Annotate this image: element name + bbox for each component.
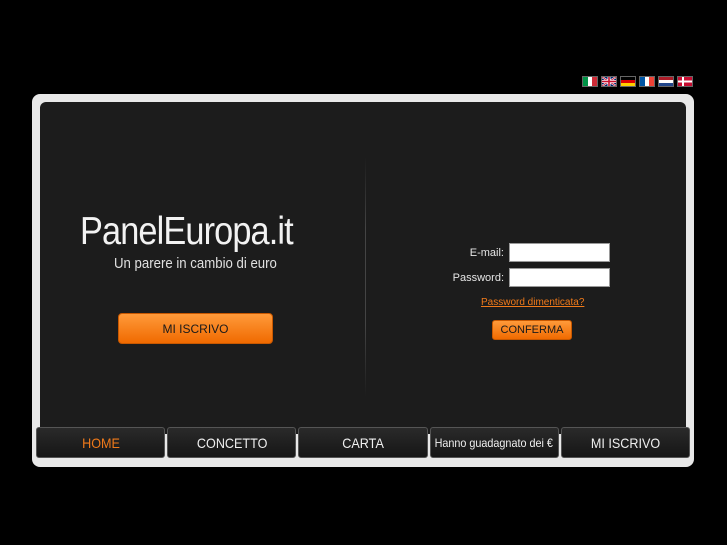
site-logo: PanelEuropa.it xyxy=(80,210,294,253)
forgot-password-link[interactable]: Password dimenticata? xyxy=(481,297,584,308)
email-field[interactable] xyxy=(509,243,610,262)
nav-earned-label: Hanno guadagnato dei € xyxy=(435,435,554,450)
nav-signup-label: MI ISCRIVO xyxy=(590,434,661,451)
site-tagline: Un parere in cambio di euro xyxy=(114,255,277,272)
signup-button[interactable]: MI ISCRIVO xyxy=(118,313,273,344)
main-frame: PanelEuropa.it Un parere in cambio di eu… xyxy=(32,94,694,467)
confirm-button[interactable]: CONFERMA xyxy=(492,320,572,340)
email-label: E-mail: xyxy=(469,247,504,259)
flag-netherlands-icon[interactable] xyxy=(658,76,674,87)
nav-concetto[interactable]: CONCETTO xyxy=(167,427,297,458)
password-label: Password: xyxy=(452,272,504,284)
flag-italy-icon[interactable] xyxy=(582,76,598,87)
flag-uk-icon[interactable] xyxy=(601,76,617,87)
nav-concetto-label: CONCETTO xyxy=(196,434,268,451)
nav-signup[interactable]: MI ISCRIVO xyxy=(560,427,691,458)
language-selector xyxy=(582,76,693,87)
hero-panel: PanelEuropa.it Un parere in cambio di eu… xyxy=(40,102,686,434)
nav-home-label: HOME xyxy=(81,434,120,451)
flag-denmark-icon[interactable] xyxy=(677,76,693,87)
nav-home[interactable]: HOME xyxy=(36,427,166,458)
nav-earned[interactable]: Hanno guadagnato dei € xyxy=(429,427,559,458)
confirm-button-label: CONFERMA xyxy=(500,324,564,336)
flag-germany-icon[interactable] xyxy=(620,76,636,87)
password-field[interactable] xyxy=(509,268,610,287)
main-nav: HOME CONCETTO CARTA Hanno guadagnato dei… xyxy=(36,427,691,459)
nav-carta-label: CARTA xyxy=(342,434,384,451)
flag-france-icon[interactable] xyxy=(639,76,655,87)
signup-button-label: MI ISCRIVO xyxy=(162,321,229,336)
section-divider xyxy=(365,157,366,397)
nav-carta[interactable]: CARTA xyxy=(298,427,428,458)
